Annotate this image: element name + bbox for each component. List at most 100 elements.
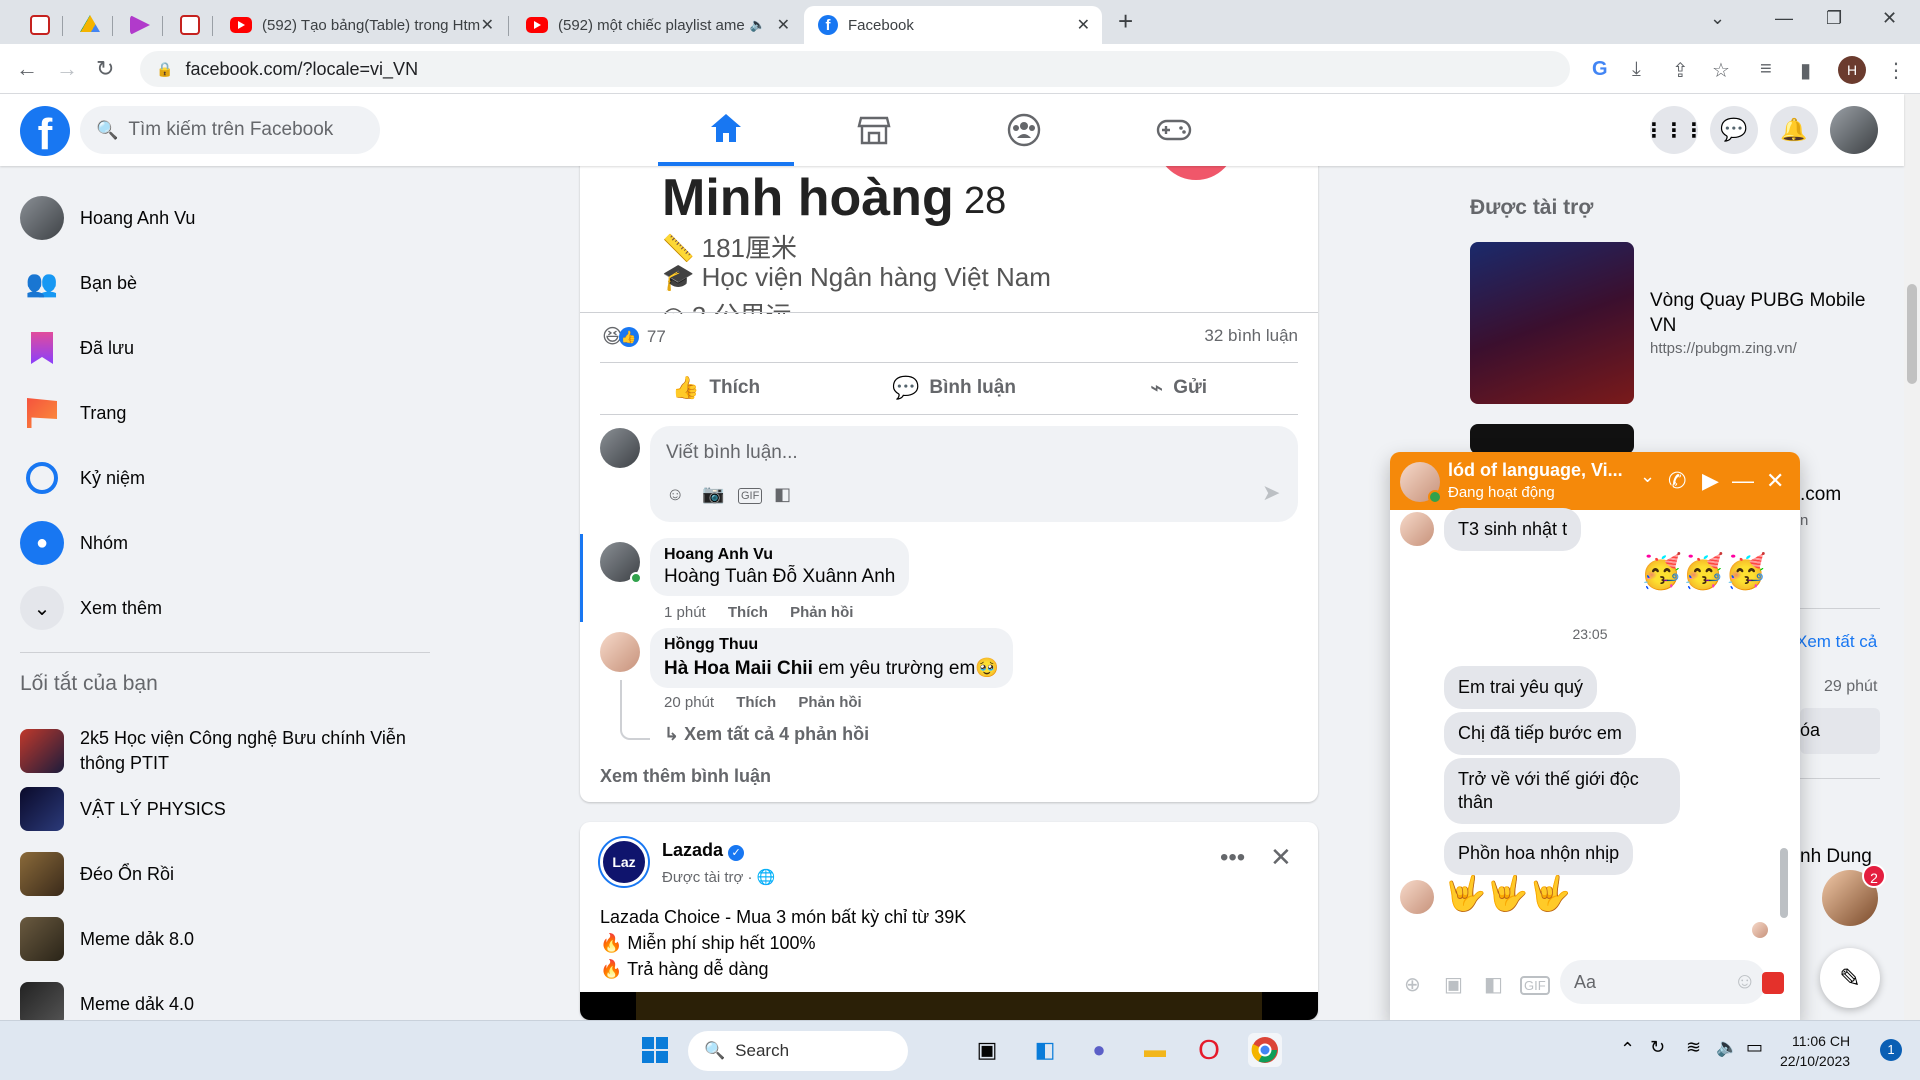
file-explorer-button[interactable]: ▬ (1138, 1033, 1172, 1067)
tab-facebook[interactable]: f Facebook ✕ (804, 6, 1102, 44)
facebook-logo[interactable]: f (20, 106, 70, 156)
action-button[interactable]: óa (1800, 708, 1880, 754)
close-icon[interactable]: ✕ (1766, 468, 1784, 494)
chrome-button[interactable] (1248, 1033, 1282, 1067)
send-comment-icon[interactable]: ➤ (1262, 480, 1280, 506)
share-icon[interactable]: ⇪ (1672, 58, 1689, 83)
tagged-name[interactable]: Hà Hoa Maii Chii (664, 658, 813, 679)
battery-icon[interactable]: ▭ (1746, 1037, 1763, 1058)
shortcut-item[interactable]: 2k5 Học viện Công nghệ Bưu chính Viễn th… (20, 716, 430, 786)
comment-count[interactable]: 32 bình luận (1204, 326, 1298, 346)
ad-media[interactable] (580, 992, 1318, 1020)
comment-author[interactable]: Hồngg Thuu (664, 636, 999, 654)
audio-icon[interactable]: 🔈 (750, 17, 766, 33)
ad-image[interactable] (1470, 242, 1634, 404)
profile-avatar[interactable]: H (1838, 56, 1866, 84)
page-name[interactable]: Lazada ✓ (662, 840, 745, 861)
close-icon[interactable]: ✕ (1270, 842, 1292, 873)
tab-drive[interactable] (66, 6, 112, 44)
sidepanel-icon[interactable]: ▮ (1800, 58, 1811, 83)
sidebar-item-saved[interactable]: Đã lưu (20, 320, 134, 376)
sidebar-item-memories[interactable]: Kỷ niệm (20, 450, 145, 506)
page-scrollbar[interactable] (1904, 94, 1920, 1020)
more-options-icon[interactable]: ••• (1220, 844, 1245, 872)
sidebar-item-pages[interactable]: Trang (20, 385, 126, 441)
gif-icon[interactable]: GIF (1520, 976, 1550, 995)
tab-youtube-table[interactable]: (592) Tạo bảng(Table) trong Htm ✕ (216, 6, 506, 44)
lazada-logo[interactable]: Laz (600, 838, 648, 886)
url-field[interactable]: 🔒 facebook.com/?locale=vi_VN (140, 51, 1570, 87)
star-icon[interactable]: ☆ (1712, 58, 1730, 83)
back-icon[interactable]: ← (16, 56, 38, 82)
opera-button[interactable]: O (1192, 1033, 1226, 1067)
comment-button[interactable]: 💬 Bình luận (892, 366, 1016, 410)
sync-icon[interactable]: ↻ (1650, 1037, 1665, 1058)
phone-icon[interactable]: ✆ (1668, 468, 1686, 494)
sponsored-label[interactable]: Được tài trợ · 🌐 (662, 868, 775, 886)
new-message-button[interactable]: ✎ (1820, 948, 1880, 1008)
maximize-icon[interactable]: ❐ (1826, 8, 1842, 29)
gif-icon[interactable]: GIF (738, 488, 763, 504)
tray-chevron-icon[interactable]: ⌃ (1620, 1039, 1635, 1060)
new-tab-button[interactable]: + (1118, 6, 1133, 37)
comment-time[interactable]: 20 phút (664, 694, 714, 711)
quick-reaction-icon[interactable] (1762, 972, 1784, 994)
tab-pdf-2[interactable] (166, 6, 212, 44)
sidebar-item-friends[interactable]: 👥 Bạn bè (20, 255, 137, 311)
image-icon[interactable]: ▣ (1444, 972, 1463, 997)
close-tab-icon[interactable]: ✕ (481, 15, 494, 35)
plus-icon[interactable]: ⊕ (1404, 972, 1421, 997)
taskbar-search[interactable]: 🔍 Search (688, 1031, 908, 1071)
gaming-tab[interactable] (1106, 94, 1242, 166)
forward-icon[interactable]: → (56, 56, 78, 82)
chat-scrollbar[interactable] (1778, 518, 1790, 938)
widgets-button[interactable]: ◧ (1028, 1033, 1062, 1067)
marketplace-tab[interactable] (806, 94, 942, 166)
chevron-down-icon[interactable]: ⌄ (1640, 466, 1655, 487)
task-view-button[interactable]: ▣ (970, 1033, 1004, 1067)
ad-url[interactable]: https://pubgm.zing.vn/ (1650, 340, 1797, 357)
emoji-icon[interactable]: ☺ (666, 484, 684, 505)
close-window-icon[interactable]: ✕ (1882, 8, 1897, 29)
shortcut-item[interactable]: Meme dảk 4.0 (20, 976, 194, 1020)
chat-name[interactable]: lód of language, Vi... (1448, 460, 1623, 481)
home-tab[interactable] (658, 94, 794, 166)
more-comments-link[interactable]: Xem thêm bình luận (600, 766, 771, 787)
volume-icon[interactable]: 🔈 (1716, 1037, 1738, 1058)
comment-like[interactable]: Thích (736, 694, 776, 711)
messenger-button[interactable]: 💬 (1710, 106, 1758, 154)
comment-reply[interactable]: Phản hồi (790, 604, 853, 621)
chat-app-button[interactable]: ● (1082, 1033, 1116, 1067)
groups-tab[interactable] (956, 94, 1092, 166)
google-icon[interactable]: G (1592, 58, 1608, 81)
sticker-icon[interactable]: ◧ (774, 484, 791, 505)
shortcut-item[interactable]: Meme dảk 8.0 (20, 911, 194, 967)
install-icon[interactable]: ⤓ (1632, 58, 1641, 81)
minimize-icon[interactable]: — (1775, 8, 1793, 29)
notification-badge[interactable]: 1 (1880, 1039, 1902, 1061)
taskbar-clock[interactable]: 11:06 CH 22/10/2023 (1780, 1031, 1850, 1071)
account-avatar[interactable] (1830, 106, 1878, 154)
menu-grid-button[interactable]: ⋮⋮⋮ (1644, 106, 1704, 154)
comment-reply[interactable]: Phản hồi (798, 694, 861, 711)
close-tab-icon[interactable]: ✕ (777, 15, 790, 35)
tab-youtube-playlist[interactable]: (592) một chiếc playlist ame 🔈 ✕ (512, 6, 802, 44)
reload-icon[interactable]: ↻ (96, 56, 114, 82)
chat-header[interactable]: lód of language, Vi... Đang hoạt động ⌄ … (1390, 452, 1800, 510)
tab-play[interactable] (116, 6, 162, 44)
ad-image[interactable] (1470, 424, 1634, 454)
ad-title[interactable]: .com (1800, 484, 1841, 506)
search-input[interactable]: 🔍 Tìm kiếm trên Facebook (80, 106, 380, 154)
send-button[interactable]: ⌁ Gửi (1150, 366, 1207, 410)
comment-time[interactable]: 1 phút (664, 604, 706, 621)
comment-like[interactable]: Thích (728, 604, 768, 621)
sidebar-item-see-more[interactable]: ⌄ Xem thêm (20, 580, 162, 636)
video-icon[interactable]: ▶ (1702, 468, 1719, 494)
wifi-icon[interactable]: ≋ (1686, 1037, 1701, 1058)
shortcut-item[interactable]: VẬT LÝ PHYSICS (20, 781, 226, 837)
sidebar-item-groups[interactable]: ● Nhóm (20, 515, 128, 571)
avatar[interactable] (600, 428, 640, 468)
reaction-summary[interactable]: 😆 👍 77 (602, 324, 666, 349)
start-button[interactable] (638, 1033, 672, 1067)
camera-icon[interactable]: 📷 (702, 484, 724, 505)
